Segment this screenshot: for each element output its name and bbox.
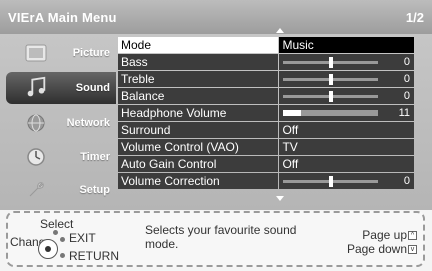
page-down-icon: v [408,245,417,254]
row-label: Volume Control (VAO) [118,139,279,155]
menu-row-headphone-volume[interactable]: Headphone Volume 11 [118,105,414,121]
menu-row-volume-correction[interactable]: Volume Correction 0 [118,173,414,189]
sidebar-item-label: Picture [72,47,110,59]
sound-icon [24,76,48,100]
sidebar-item-label: Timer [80,151,110,163]
treble-slider[interactable]: 0 [279,71,414,87]
row-label: Treble [118,71,279,87]
sidebar-item-label: Network [66,117,110,129]
bass-slider[interactable]: 0 [279,54,414,70]
return-label: RETURN [69,249,119,263]
sidebar-item-label: Sound [75,82,110,94]
slider-value: 0 [403,73,410,85]
exit-dot-icon [60,237,65,242]
row-label: Surround [118,122,279,138]
help-text-line2: mode. [145,237,179,251]
volume-control-value[interactable]: TV [279,139,414,155]
auto-gain-value[interactable]: Off [279,156,414,172]
surround-value[interactable]: Off [279,122,414,138]
volume-value: 11 [398,107,410,119]
slider-track [283,91,379,102]
timer-icon [24,145,48,169]
menu-row-mode[interactable]: Mode Music [118,37,414,53]
network-icon [24,111,48,135]
balance-slider[interactable]: 0 [279,88,414,104]
slider-thumb[interactable] [328,91,333,102]
sidebar: Picture Sound Network Timer Setup [0,34,116,210]
volume-track [283,110,379,116]
row-label: Balance [118,88,279,104]
row-label: Headphone Volume [118,105,279,121]
slider-value: 0 [403,56,410,68]
row-label: Mode [118,37,279,53]
slider-track [283,57,379,68]
volume-fill [283,110,301,116]
sidebar-item-label: Setup [79,184,110,196]
main-menu-title: VIErA Main Menu [8,10,117,25]
select-dot-icon [53,230,58,235]
slider-value: 0 [403,175,410,187]
slider-track [283,176,379,187]
menu-row-surround[interactable]: Surround Off [118,122,414,138]
scroll-down-arrow-icon [276,196,284,201]
menu-header: VIErA Main Menu 1/2 [0,0,432,34]
picture-icon [24,41,48,65]
page-up-label: Page up [362,228,407,242]
slider-thumb[interactable] [328,74,333,85]
help-footer: Select Change EXIT RETURN Selects your f… [6,211,425,267]
help-text-line1: Selects your favourite sound [145,223,297,237]
volume-correction-slider[interactable]: 0 [279,173,414,189]
menu-row-auto-gain[interactable]: Auto Gain Control Off [118,156,414,172]
headphone-volume-bar[interactable]: 11 [279,105,414,121]
sound-settings-list: Mode Music Bass 0 Treble 0 Balance 0 Hea… [118,37,414,190]
slider-track [283,74,379,85]
scroll-up-arrow-icon [276,28,284,33]
exit-label: EXIT [69,231,96,245]
menu-row-volume-control[interactable]: Volume Control (VAO) TV [118,139,414,155]
sidebar-item-picture[interactable]: Picture [6,37,116,69]
return-dot-icon [60,253,65,258]
row-label: Auto Gain Control [118,156,279,172]
setup-icon [24,178,48,202]
menu-row-treble[interactable]: Treble 0 [118,71,414,87]
slider-thumb[interactable] [328,176,333,187]
sidebar-item-network[interactable]: Network [6,107,116,139]
page-indicator: 1/2 [405,10,424,25]
page-up-icon: ^ [408,231,417,240]
row-label: Volume Correction [118,173,279,189]
dpad-icon [38,239,58,259]
page-down-label: Page down [346,242,407,256]
tv-menu-screen: VIErA Main Menu 1/2 Picture Sound Networ… [0,0,432,210]
menu-row-balance[interactable]: Balance 0 [118,88,414,104]
select-label: Select [40,217,74,231]
sidebar-item-setup[interactable]: Setup [6,174,116,206]
sidebar-item-sound[interactable]: Sound [6,72,116,104]
slider-thumb[interactable] [328,57,333,68]
sidebar-item-timer[interactable]: Timer [6,141,116,173]
slider-value: 0 [403,90,410,102]
menu-row-bass[interactable]: Bass 0 [118,54,414,70]
mode-value[interactable]: Music [279,37,414,53]
row-label: Bass [118,54,279,70]
